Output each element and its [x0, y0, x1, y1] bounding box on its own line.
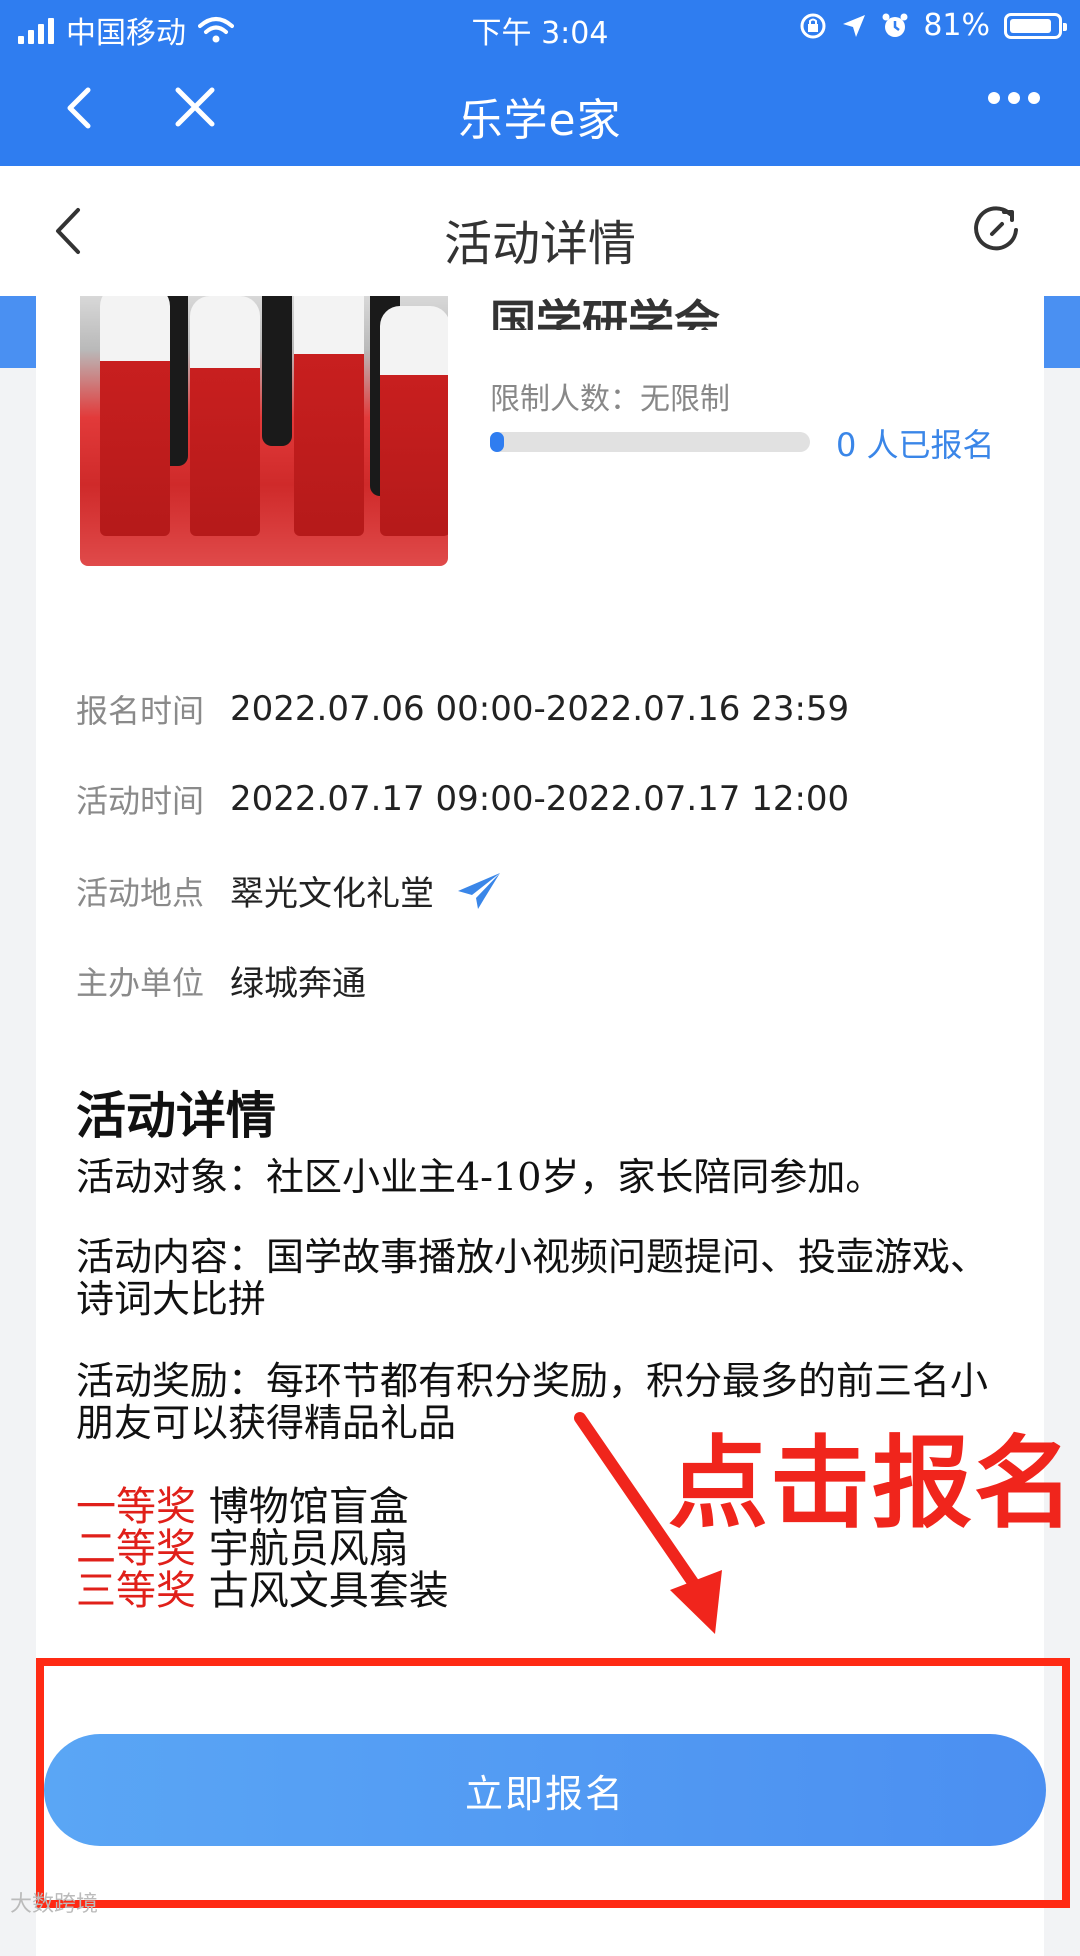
prize-row: 三等奖 古风文具套装 [76, 1570, 449, 1612]
alarm-icon [882, 13, 908, 37]
detail-content: 活动内容：国学故事播放小视频问题提问、投壶游戏、诗词大比拼 [76, 1235, 989, 1321]
rotation-lock-icon [800, 13, 826, 38]
info-value: 2022.07.17 09:00-2022.07.17 12:00 [230, 779, 850, 819]
prize-item: 宇航员风扇 [208, 1526, 409, 1572]
app-title: 乐学e家 [458, 95, 622, 146]
enrollment-progress-bar [490, 432, 810, 452]
info-key: 活动时间 [76, 782, 205, 820]
prize-item: 博物馆盲盒 [208, 1484, 409, 1530]
more-options-icon[interactable] [988, 92, 1040, 104]
details-heading: 活动详情 [76, 1087, 276, 1145]
prize-rank: 一等奖 [76, 1484, 196, 1530]
navigate-icon[interactable] [456, 871, 502, 911]
info-value: 翠光文化礼堂 [230, 874, 434, 914]
watermark: 大数跨境 [10, 1892, 99, 1917]
info-row-activity-time: 活动时间 2022.07.17 09:00-2022.07.17 12:00 [76, 776, 849, 822]
info-value: 2022.07.06 00:00-2022.07.16 23:59 [230, 689, 850, 729]
prize-rank: 二等奖 [76, 1526, 196, 1572]
page-title: 活动详情 [443, 216, 636, 272]
participant-limit: 限制人数：无限制 [490, 382, 730, 417]
info-value: 绿城奔通 [230, 964, 366, 1004]
battery-icon [1004, 12, 1067, 39]
prize-rank: 三等奖 [76, 1568, 196, 1614]
app-bar: 乐学e家 [0, 56, 1080, 166]
info-row-location: 活动地点 翠光文化礼堂 [76, 866, 502, 915]
info-key: 主办单位 [76, 963, 205, 1002]
side-band-left [0, 296, 38, 368]
battery-percent: 81% [923, 8, 990, 43]
side-band-right [1042, 296, 1080, 368]
info-row-organizer: 主办单位 绿城奔通 [76, 956, 366, 1005]
info-key: 报名时间 [76, 692, 205, 730]
annotation-text: 点击报名 [668, 1425, 1076, 1542]
info-key: 活动地点 [76, 873, 205, 912]
activity-photo [80, 296, 448, 566]
prize-row: 二等奖 宇航员风扇 [76, 1528, 409, 1570]
prize-row: 一等奖 博物馆盲盒 [76, 1486, 409, 1528]
page-header: 活动详情 [0, 166, 1080, 296]
signup-button[interactable]: 立即报名 [44, 1734, 1046, 1846]
enrolled-count: 0 人已报名 [836, 426, 995, 464]
activity-title: 国学研学会 [490, 295, 720, 330]
info-row-signup-time: 报名时间 2022.07.06 00:00-2022.07.16 23:59 [76, 686, 849, 732]
location-icon [843, 14, 866, 37]
prize-item: 古风文具套装 [208, 1568, 449, 1614]
detail-target: 活动对象：社区小业主4-10岁，家长陪同参加。 [76, 1155, 884, 1199]
refresh-icon[interactable] [970, 204, 1022, 256]
status-bar: 中国移动 下午 3:04 81% [0, 0, 1080, 56]
